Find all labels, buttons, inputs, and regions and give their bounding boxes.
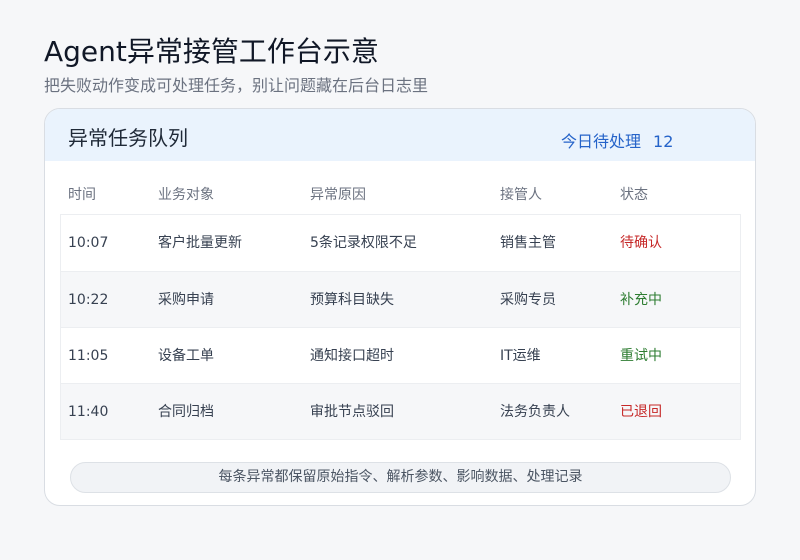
cell-reason: 5条记录权限不足 [310,235,417,251]
pending-today-indicator: 今日待处理 12 [561,131,673,153]
exception-queue-panel: 异常任务队列 今日待处理 12 时间 业务对象 异常原因 接管人 状态 10:07… [44,108,756,506]
cell-reason: 审批节点驳回 [310,404,394,420]
audit-note-pill: 每条异常都保留原始指令、解析参数、影响数据、处理记录 [70,462,731,493]
status-badge: 重试中 [620,348,662,364]
column-header-status: 状态 [620,187,648,203]
cell-assignee: IT运维 [500,348,541,364]
table-row[interactable]: 10:07 客户批量更新 5条记录权限不足 销售主管 待确认 [61,215,740,271]
column-header-reason: 异常原因 [310,187,366,203]
cell-time: 10:07 [68,235,109,251]
panel-header: 异常任务队列 今日待处理 12 [45,109,755,161]
cell-object: 采购申请 [158,292,214,308]
pending-today-count: 12 [653,132,674,151]
status-badge: 已退回 [620,404,662,420]
page-subtitle: 把失败动作变成可处理任务，别让问题藏在后台日志里 [44,76,429,95]
cell-assignee: 采购专员 [500,292,556,308]
cell-object: 客户批量更新 [158,235,242,251]
cell-time: 10:22 [68,292,109,308]
column-header-assignee: 接管人 [500,187,542,203]
column-header-object: 业务对象 [158,187,214,203]
cell-object: 合同归档 [158,404,214,420]
cell-time: 11:05 [68,348,109,364]
page-title: Agent异常接管工作台示意 [44,35,379,68]
table-row[interactable]: 11:40 合同归档 审批节点驳回 法务负责人 已退回 [61,383,740,439]
cell-reason: 预算科目缺失 [310,292,394,308]
status-badge: 补充中 [620,292,662,308]
table-row[interactable]: 11:05 设备工单 通知接口超时 IT运维 重试中 [61,327,740,383]
exception-table: 10:07 客户批量更新 5条记录权限不足 销售主管 待确认 10:22 采购申… [60,214,741,440]
table-row[interactable]: 10:22 采购申请 预算科目缺失 采购专员 补充中 [61,271,740,327]
status-badge: 待确认 [620,235,662,251]
column-header-time: 时间 [68,187,96,203]
cell-object: 设备工单 [158,348,214,364]
cell-assignee: 销售主管 [500,235,556,251]
cell-reason: 通知接口超时 [310,348,394,364]
cell-time: 11:40 [68,404,109,420]
cell-assignee: 法务负责人 [500,404,570,420]
pending-today-label: 今日待处理 [561,132,642,151]
panel-title: 异常任务队列 [68,126,188,150]
